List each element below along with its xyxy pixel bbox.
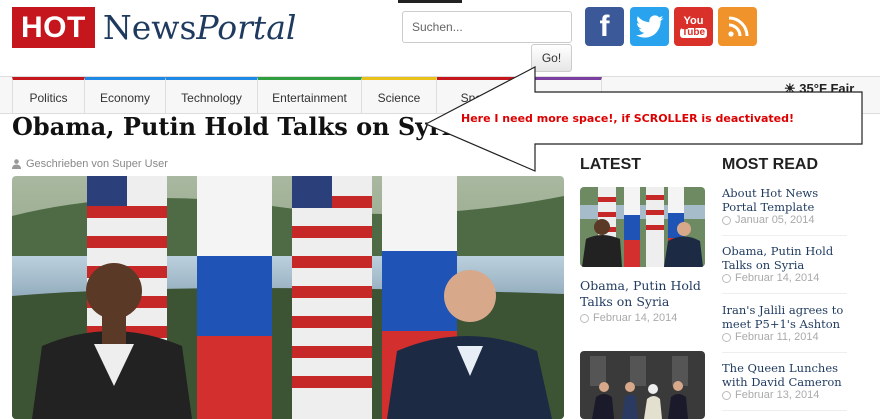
logo-portal-text: Portal [196, 8, 297, 47]
twitter-icon[interactable] [630, 7, 669, 46]
nav-item-economy[interactable]: Economy [85, 77, 166, 113]
logo-hot-badge: HOT [12, 7, 95, 48]
clock-icon [722, 273, 731, 283]
youtube-tube: Tube [679, 26, 708, 38]
logo-news-text: News [102, 8, 197, 47]
most-read-item[interactable]: About Hot News Portal Template Januar 05… [722, 186, 847, 236]
latest-item-date-text: Februar 14, 2014 [593, 312, 678, 324]
user-icon [12, 159, 21, 169]
most-read-date: Januar 05, 2014 [722, 214, 847, 226]
annotation-arrow-callout [425, 66, 863, 172]
most-read-date-text: Februar 14, 2014 [735, 272, 820, 284]
most-read-date-text: Februar 11, 2014 [735, 331, 819, 343]
nav-item-politics[interactable]: Politics [12, 77, 85, 113]
facebook-icon[interactable]: f [585, 7, 624, 46]
most-read-item[interactable]: The Queen Lunches with David Cameron Feb… [722, 361, 847, 411]
latest-item-title[interactable]: Obama, Putin Hold Talks on Syria [580, 278, 710, 310]
clock-icon [722, 390, 731, 400]
top-dark-tab [398, 0, 462, 3]
most-read-title[interactable]: Obama, Putin Hold Talks on Syria [722, 244, 847, 272]
youtube-icon[interactable]: You Tube [674, 7, 713, 46]
most-read-date-text: Februar 13, 2014 [735, 389, 820, 401]
most-read-date: Februar 14, 2014 [722, 272, 847, 284]
nav-item-entertainment[interactable]: Entertainment [258, 77, 362, 113]
article-author: Geschrieben von Super User [12, 158, 168, 170]
article-title[interactable]: Obama, Putin Hold Talks on Syria [12, 112, 466, 141]
clock-icon [722, 215, 731, 225]
article-hero-image[interactable] [12, 176, 564, 419]
most-read-title[interactable]: The Queen Lunches with David Cameron [722, 361, 847, 389]
youtube-you: You [683, 14, 704, 27]
most-read-item[interactable]: Obama, Putin Hold Talks on Syria Februar… [722, 244, 847, 294]
most-read-item[interactable]: Iran's Jalili agrees to meet P5+1's Asht… [722, 303, 847, 353]
most-read-title[interactable]: Iran's Jalili agrees to meet P5+1's Asht… [722, 303, 847, 331]
latest-item-date: Februar 14, 2014 [580, 312, 677, 324]
latest-thumbnail-2[interactable] [580, 351, 705, 419]
search-input[interactable] [402, 11, 572, 43]
latest-thumbnail[interactable] [580, 187, 705, 267]
most-read-date-text: Januar 05, 2014 [735, 214, 815, 226]
author-text: Geschrieben von Super User [26, 158, 168, 170]
rss-icon[interactable] [718, 7, 757, 46]
most-read-date: Februar 13, 2014 [722, 389, 847, 401]
nav-item-technology[interactable]: Technology [166, 77, 258, 113]
clock-icon [722, 332, 731, 342]
site-logo[interactable]: HOT News Portal [12, 7, 296, 48]
most-read-date: Februar 11, 2014 [722, 331, 847, 343]
annotation-text: Here I need more space!, if SCROLLER is … [461, 112, 795, 125]
clock-icon [580, 313, 589, 323]
